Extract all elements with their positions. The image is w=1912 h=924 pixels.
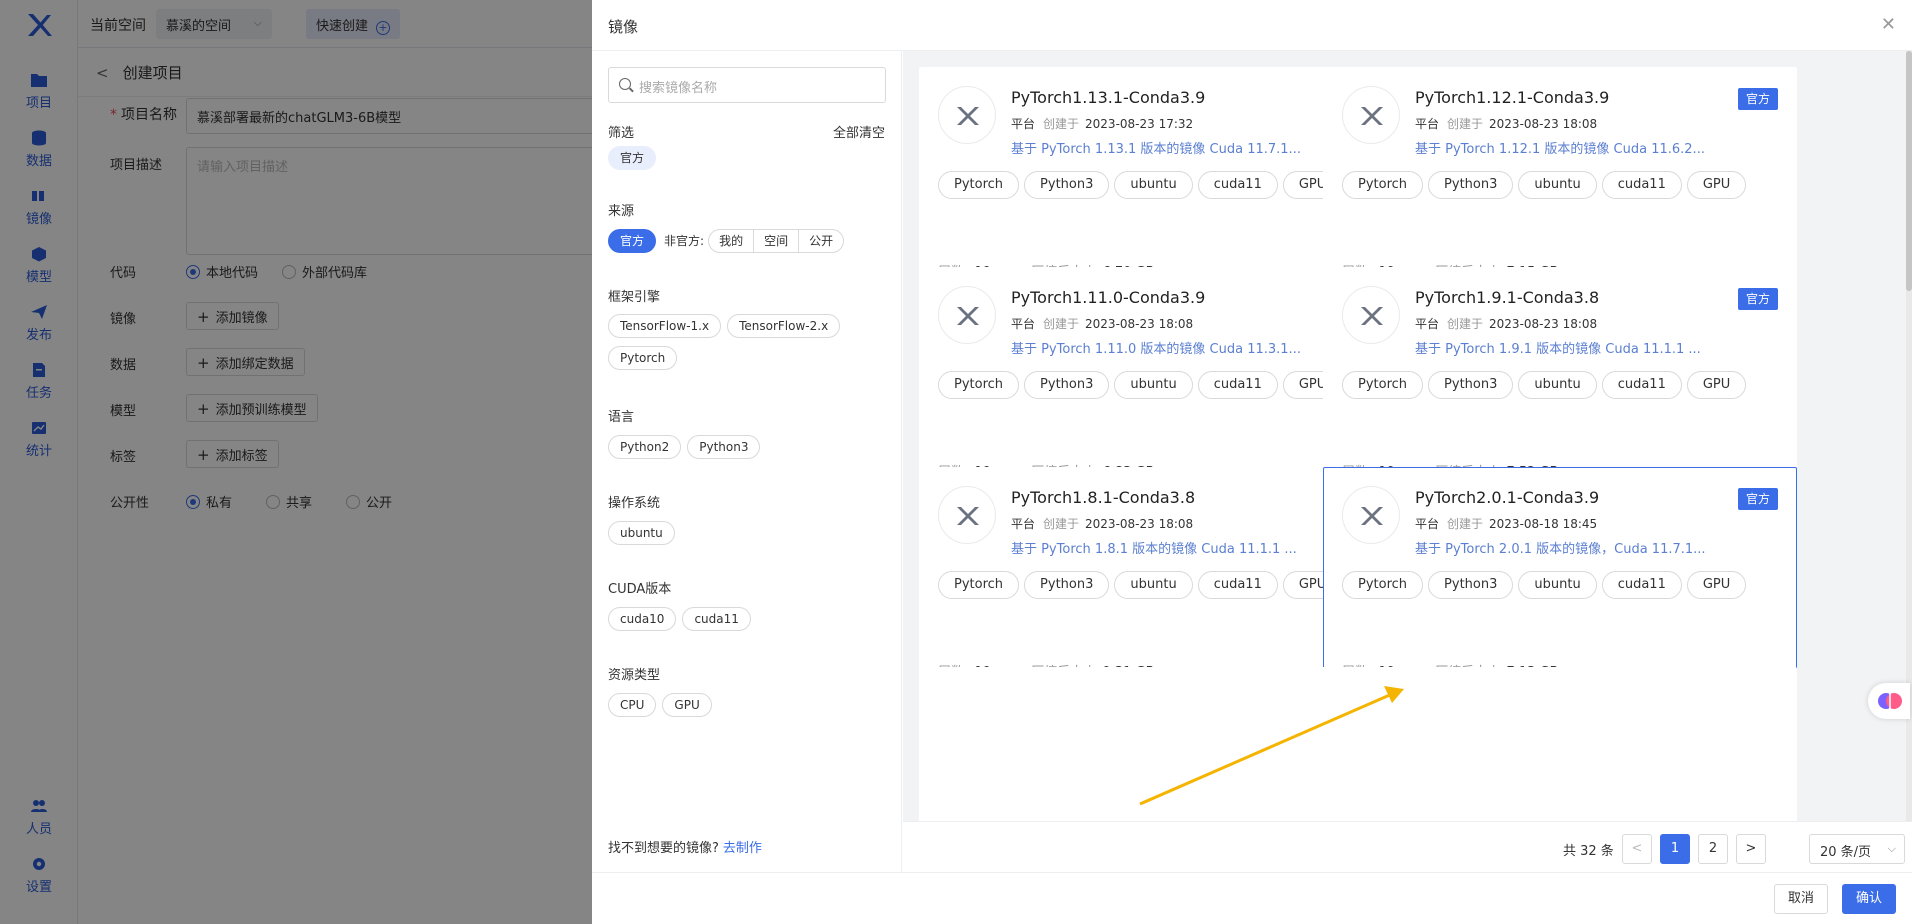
assistant-brain-icon[interactable] [1868,683,1910,719]
annotation-arrow-icon [1139,686,1404,806]
app-root: 项目 数据 镜像 模型 发布 任务 统计 人员 设置 当前空间 慕溪的空间 ⌵ 快速创建 + < 创… [0,0,1912,924]
